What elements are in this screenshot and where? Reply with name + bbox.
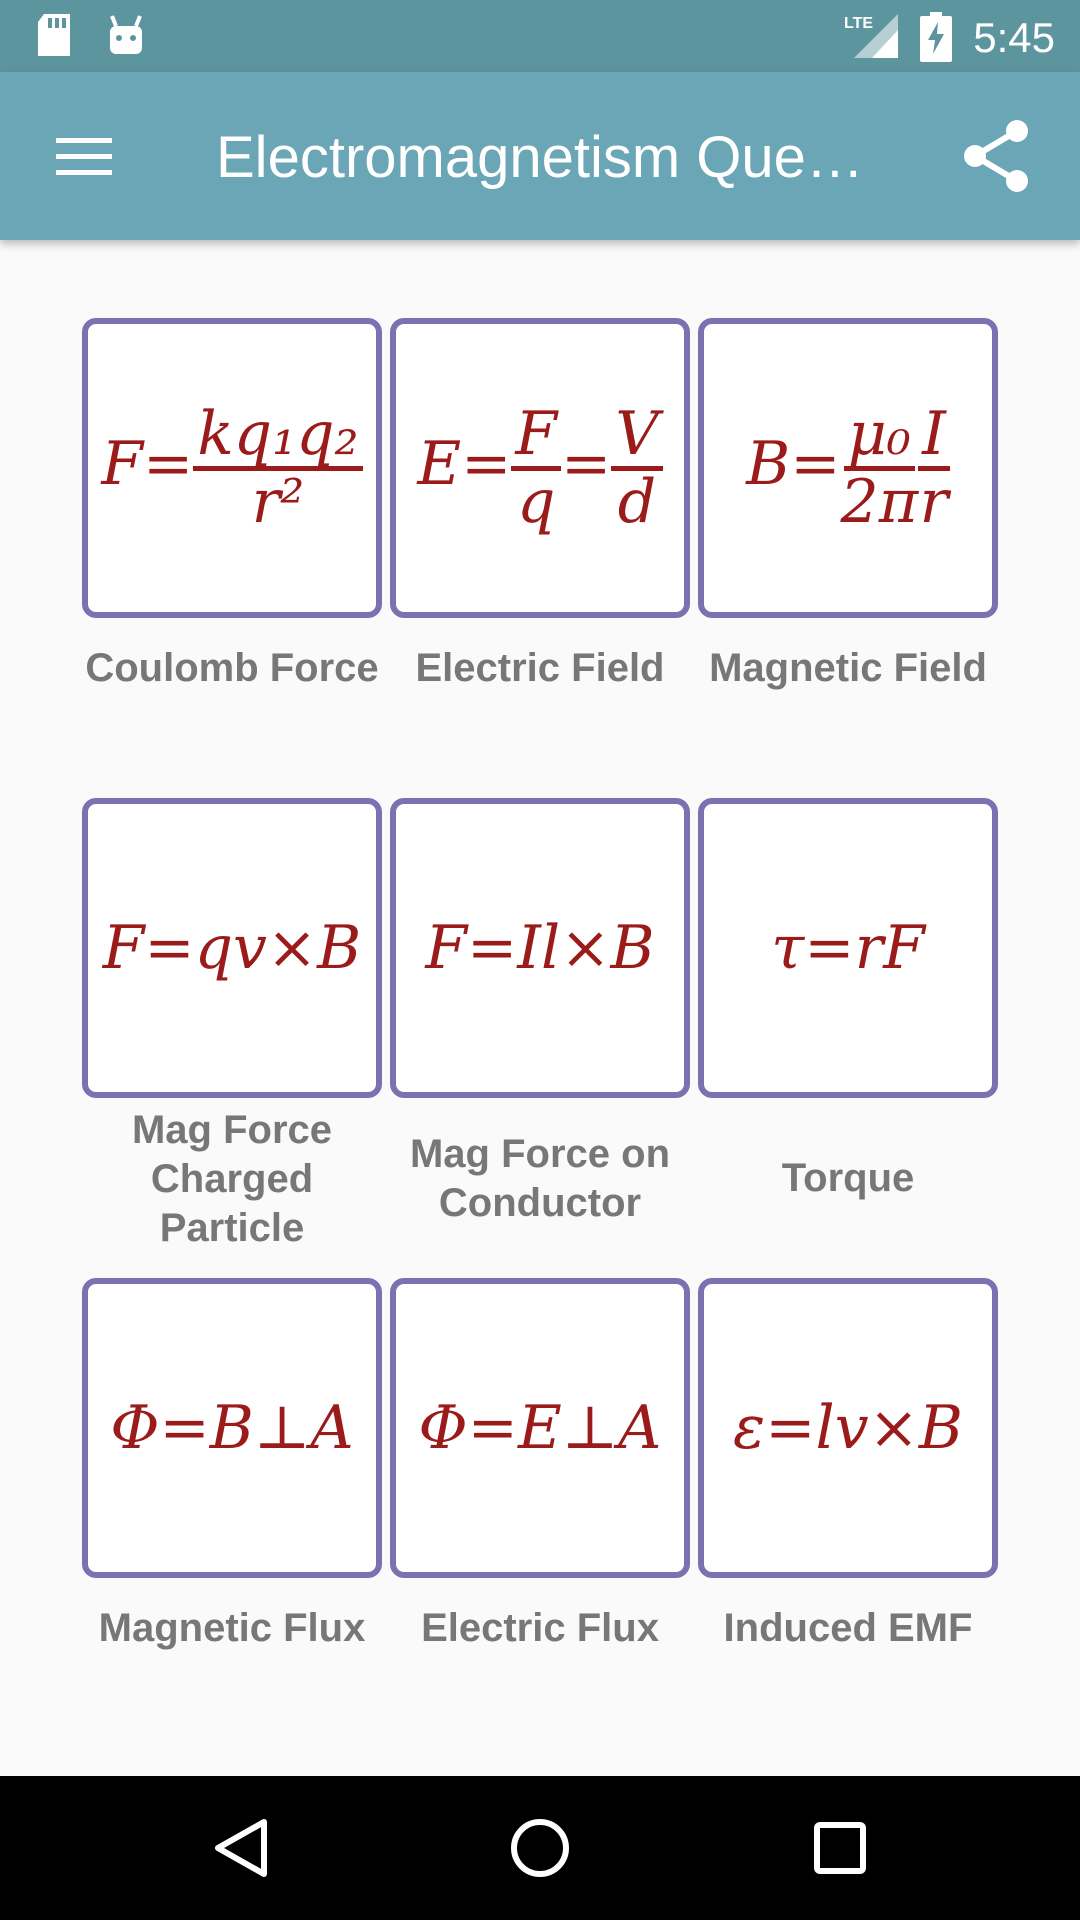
formula-induced-emf: ε=lv×B [733,1393,963,1463]
formula-card[interactable]: B= μ₀ 2π Ir [698,318,998,618]
formula-card[interactable]: τ=rF [698,798,998,1098]
formula-magnetic-field: B= μ₀ 2π Ir [746,398,950,537]
formula-magnetic-flux: Φ=B⊥A [110,1393,354,1463]
hamburger-menu-icon[interactable] [40,116,128,196]
formula-label: Torque [781,1156,915,1200]
formula-card[interactable]: F= kq₁q₂ r² [82,318,382,618]
formula-torque: τ=rF [771,913,925,983]
lte-signal-icon: LTE [842,12,900,65]
lte-label: LTE [844,15,873,32]
grid-item-magnetic-field[interactable]: B= μ₀ 2π Ir Magnetic Field [698,318,998,693]
formula-grid: F= kq₁q₂ r² Coulomb Force E= Fq = Vd Electric… [0,240,1080,1776]
formula-card[interactable]: ε=lv×B [698,1278,998,1578]
formula-label: Magnetic Flux [98,1606,366,1650]
recents-icon[interactable] [780,1806,900,1890]
status-bar: LTE 5:45 [0,0,1080,72]
formula-mag-force-conductor: F=Il×B [425,913,655,983]
formula-card[interactable]: Φ=B⊥A [82,1278,382,1578]
navigation-bar [0,1776,1080,1920]
formula-label: Magnetic Field [709,646,987,690]
formula-label: Mag Force Charged Particle [131,1108,333,1250]
grid-item-mag-force-conductor[interactable]: F=Il×B Mag Force on Conductor [390,798,690,1228]
formula-card[interactable]: F=Il×B [390,798,690,1098]
grid-item-torque[interactable]: τ=rF Torque [698,798,998,1203]
grid-item-mag-force-particle[interactable]: F=qv×B Mag Force Charged Particle [82,798,382,1253]
grid-item-electric-field[interactable]: E= Fq = Vd Electric Field [390,318,690,693]
formula-label: Induced EMF [723,1606,973,1650]
formula-coulomb: F= kq₁q₂ r² [101,402,363,534]
app-title: Electromagnetism Que… [216,125,864,190]
grid-item-electric-flux[interactable]: Φ=E⊥A Electric Flux [390,1278,690,1653]
grid-item-coulomb-force[interactable]: F= kq₁q₂ r² Coulomb Force [82,318,382,693]
formula-card[interactable]: Φ=E⊥A [390,1278,690,1578]
formula-card[interactable]: F=qv×B [82,798,382,1098]
android-icon [106,12,146,63]
battery-charging-icon [920,12,952,67]
formula-mag-force-particle: F=qv×B [102,913,362,983]
sd-card-icon [36,12,72,63]
formula-card[interactable]: E= Fq = Vd [390,318,690,618]
formula-label: Electric Field [415,646,665,690]
formula-electric-flux: Φ=E⊥A [418,1393,662,1463]
formula-electric-field: E= Fq = Vd [417,402,663,534]
grid-item-magnetic-flux[interactable]: Φ=B⊥A Magnetic Flux [82,1278,382,1653]
back-icon[interactable] [180,1806,300,1890]
status-time: 5:45 [973,14,1055,61]
app-bar: Electromagnetism Que… [0,72,1080,240]
grid-item-induced-emf[interactable]: ε=lv×B Induced EMF [698,1278,998,1653]
share-icon[interactable] [952,116,1040,196]
formula-label: Mag Force on Conductor [409,1132,671,1225]
formula-label: Coulomb Force [85,646,379,690]
home-icon[interactable] [480,1806,600,1890]
formula-label: Electric Flux [421,1606,659,1650]
